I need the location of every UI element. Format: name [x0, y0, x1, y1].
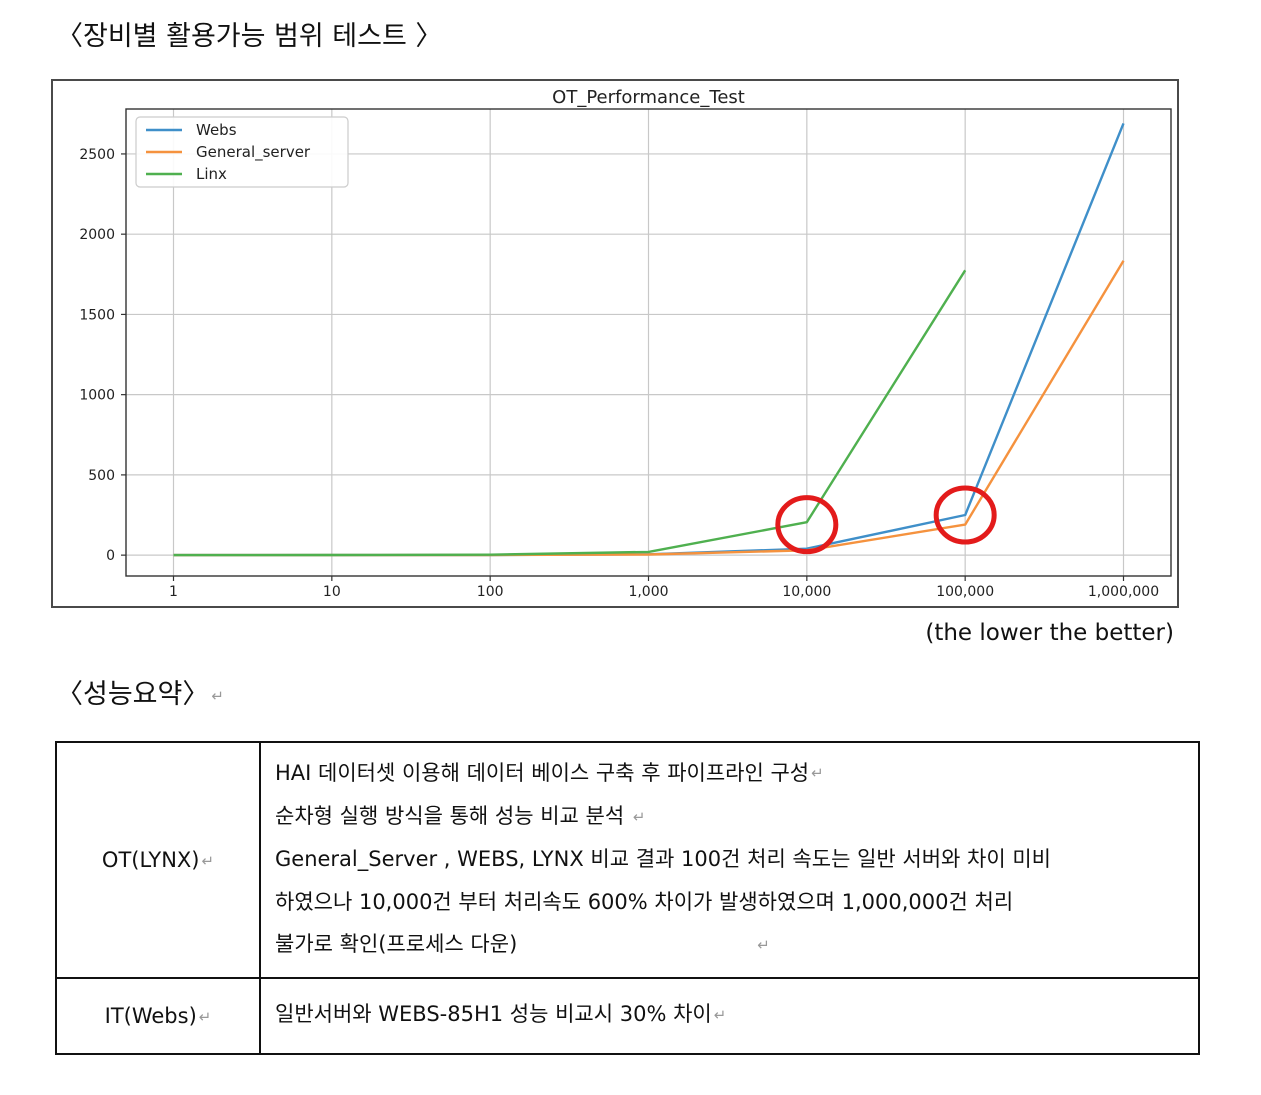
y-tick-label: 1500	[79, 307, 115, 323]
description-line: 불가로 확인(프로세스 다운) ↵	[275, 923, 1184, 966]
x-tick-label: 100	[477, 584, 504, 600]
return-mark-icon: ↵	[757, 935, 770, 954]
description-line: 일반서버와 WEBS-85H1 성능 비교시 30% 차이 ↵	[275, 993, 1184, 1036]
y-tick-label: 0	[106, 548, 115, 564]
chart-title: OT_Performance_Test	[552, 87, 745, 108]
page-heading: 〈장비별 활용가능 범위 테스트 〉	[56, 21, 443, 52]
summary-table: OT(LYNX) ↵ HAI 데이터셋 이용해 데이터 베이스 구축 후 파이프라…	[55, 741, 1200, 1055]
description-line-text: 하였으나 10,000건 부터 처리속도 600% 차이가 발생하였으며 1,0…	[275, 889, 1014, 914]
description-line-text: HAI 데이터셋 이용해 데이터 베이스 구축 후 파이프라인 구성	[275, 760, 810, 785]
description-line: General_Server , WEBS, LYNX 비교 결과 100건 처…	[275, 838, 1184, 881]
return-mark-icon: ↵	[201, 852, 215, 870]
series-line-linx	[173, 269, 967, 557]
return-mark-icon: ↵	[632, 807, 646, 826]
y-tick-label: 500	[88, 468, 115, 484]
x-tick-label: 1	[169, 584, 178, 600]
table-row: IT(Webs) ↵ 일반서버와 WEBS-85H1 성능 비교시 30% 차이 ↵	[55, 977, 1200, 1055]
chart-svg: OT_Performance_Test 1 10 100 1,000 10,000 100,…	[79, 87, 1172, 600]
row-label: IT(Webs)	[104, 1004, 197, 1028]
table-row: OT(LYNX) ↵ HAI 데이터셋 이용해 데이터 베이스 구축 후 파이프라…	[55, 741, 1200, 979]
row-description-cell: HAI 데이터셋 이용해 데이터 베이스 구축 후 파이프라인 구성 ↵ 순차형 …	[259, 741, 1200, 979]
x-tick-label: 1,000,000	[1088, 584, 1159, 600]
return-mark-icon: ↵	[811, 764, 824, 783]
row-label-cell: OT(LYNX) ↵	[55, 741, 261, 979]
legend-label: General_server	[196, 143, 311, 162]
row-label: OT(LYNX)	[101, 848, 200, 872]
y-tick-label: 2500	[79, 147, 115, 163]
x-tick-label: 100,000	[936, 584, 994, 600]
x-tick-label: 10,000	[782, 584, 831, 600]
x-tick-label: 10	[323, 584, 341, 600]
row-label-cell: IT(Webs) ↵	[55, 977, 261, 1055]
summary-heading-text: 〈성능요약〉	[56, 679, 210, 710]
summary-heading: 〈성능요약〉 ↵	[56, 672, 224, 711]
description-line-text: General_Server , WEBS, LYNX 비교 결과 100건 처…	[275, 847, 1051, 872]
lower-is-better-note: (the lower the better)	[925, 620, 1174, 646]
y-tick-label: 1000	[79, 388, 115, 404]
legend-label: Webs	[196, 121, 237, 139]
description-line: 하였으나 10,000건 부터 처리속도 600% 차이가 발생하였으며 1,0…	[275, 881, 1184, 924]
legend-label: Linx	[196, 165, 227, 183]
description-line: HAI 데이터셋 이용해 데이터 베이스 구축 후 파이프라인 구성 ↵	[275, 752, 1184, 795]
description-line-text: 일반서버와 WEBS-85H1 성능 비교시 30% 차이	[275, 1002, 712, 1027]
y-tick-label: 2000	[79, 227, 115, 243]
description-line-text: 순차형 실행 방식을 통해 성능 비교 분석	[275, 803, 625, 828]
row-description-cell: 일반서버와 WEBS-85H1 성능 비교시 30% 차이 ↵	[259, 977, 1200, 1055]
description-line: 순차형 실행 방식을 통해 성능 비교 분석 ↵	[275, 795, 1184, 838]
performance-chart: OT_Performance_Test 1 10 100 1,000 10,000 100,…	[51, 79, 1179, 608]
return-mark-icon: ↵	[713, 1006, 727, 1025]
return-mark-icon: ↵	[211, 686, 224, 705]
x-tick-label: 1,000	[628, 584, 668, 600]
description-line-text: 불가로 확인(프로세스 다운)	[275, 932, 518, 957]
return-mark-icon: ↵	[198, 1008, 212, 1026]
